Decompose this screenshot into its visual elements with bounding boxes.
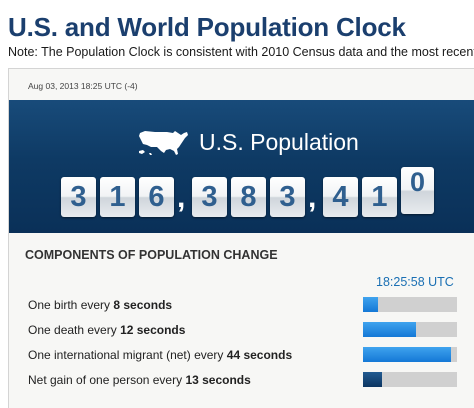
- rate-label: Net gain of one person every 13 seconds: [28, 373, 251, 387]
- rate-label: One death every 12 seconds: [28, 323, 186, 337]
- timestamp: Aug 03, 2013 18:25 UTC (-4): [28, 81, 138, 91]
- counter-separator: ,: [308, 181, 317, 214]
- counter-digit: 3: [192, 177, 227, 217]
- counter-digit: 6: [139, 177, 174, 217]
- census-note: Note: The Population Clock is consistent…: [8, 45, 474, 59]
- counter-digit: 3: [61, 177, 96, 217]
- us-population-panel: U.S. Population 3 1 6 , 3 8 3 , 4 1 0: [9, 100, 474, 233]
- components-heading: COMPONENTS OF POPULATION CHANGE: [25, 248, 278, 262]
- counter-digit: 0: [401, 167, 434, 214]
- rate-progress-bar: [363, 347, 457, 362]
- counter-digit: 1: [362, 177, 397, 217]
- rate-row-migrants: One international migrant (net) every 44…: [9, 346, 474, 364]
- counter-separator: ,: [177, 181, 186, 214]
- us-population-header: U.S. Population: [137, 125, 359, 159]
- rate-label: One international migrant (net) every 44…: [28, 348, 293, 362]
- counter-digit: 8: [231, 177, 266, 217]
- rate-row-deaths: One death every 12 seconds: [9, 321, 474, 339]
- rate-progress-fill: [363, 372, 382, 387]
- rate-progress-bar: [363, 372, 457, 387]
- clock-time: 18:25:58 UTC: [376, 275, 454, 289]
- rate-label: One birth every 8 seconds: [28, 298, 173, 312]
- us-population-label: U.S. Population: [199, 128, 359, 155]
- rate-progress-fill: [363, 347, 452, 362]
- rate-progress-bar: [363, 297, 457, 312]
- us-map-icon: [139, 131, 188, 155]
- population-clock-widget: Aug 03, 2013 18:25 UTC (-4) U.S. Populat…: [8, 68, 474, 408]
- rate-progress-bar: [363, 322, 457, 337]
- rate-progress-fill: [363, 322, 416, 337]
- rate-row-births: One birth every 8 seconds: [9, 296, 474, 314]
- counter-digit: 4: [323, 177, 358, 217]
- rate-row-net-gain: Net gain of one person every 13 seconds: [9, 371, 474, 389]
- rate-progress-fill: [363, 297, 379, 312]
- counter-digit: 3: [270, 177, 305, 217]
- page-title: U.S. and World Population Clock: [8, 12, 406, 42]
- counter-digit: 1: [100, 177, 135, 217]
